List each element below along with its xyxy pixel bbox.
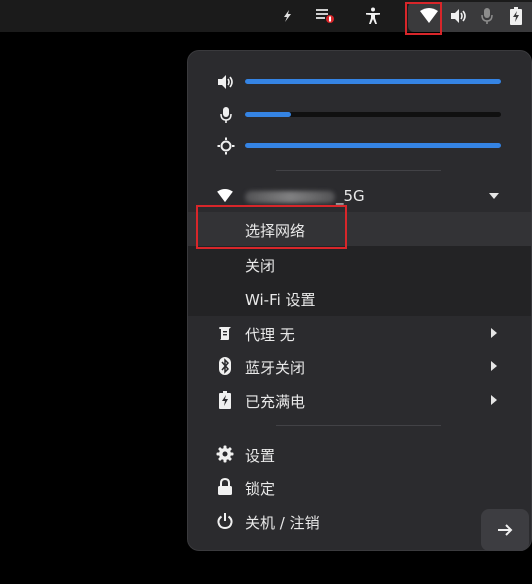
wifi-submenu: 选择网络 关闭 Wi-Fi 设置 — [188, 212, 531, 316]
wifi-icon[interactable] — [416, 0, 442, 32]
power-item[interactable]: 关机 / 注销 — [188, 504, 531, 538]
turn-off-label: 关闭 — [245, 257, 276, 275]
select-network-item[interactable]: 选择网络 — [188, 212, 531, 246]
system-menu-panel: _5G 选择网络 关闭 Wi-Fi 设置 代理 无 蓝牙关闭 已充满电 设置 锁… — [187, 50, 532, 551]
arrow-right-icon — [498, 524, 513, 536]
bluetooth-icon — [216, 357, 234, 375]
gear-icon — [216, 445, 234, 463]
volume-slider-track[interactable] — [245, 79, 501, 84]
next-button[interactable] — [481, 509, 529, 551]
battery-item[interactable]: 已充满电 — [188, 383, 531, 417]
flash-icon[interactable] — [276, 0, 298, 32]
chevron-right-icon — [491, 328, 497, 338]
proxy-label: 代理 无 — [245, 326, 295, 344]
wifi-ssid-suffix: _5G — [336, 187, 365, 205]
brightness-slider-track[interactable] — [245, 143, 501, 148]
brightness-slider-row[interactable] — [188, 129, 531, 161]
volume-icon — [217, 73, 235, 91]
chevron-down-icon — [489, 193, 499, 199]
microphone-slider-row[interactable] — [188, 98, 531, 130]
wifi-settings-item[interactable]: Wi-Fi 设置 — [188, 281, 531, 315]
wifi-network-name: _5G — [245, 187, 365, 205]
microphone-slider-fill — [245, 112, 292, 117]
settings-label: 设置 — [245, 447, 276, 465]
wifi-icon — [216, 187, 234, 205]
power-label: 关机 / 注销 — [245, 514, 320, 532]
microphone-slider-track[interactable] — [245, 112, 501, 117]
volume-icon[interactable] — [448, 0, 470, 32]
brightness-icon — [217, 137, 235, 155]
top-bar — [0, 0, 532, 35]
lock-icon — [216, 478, 234, 496]
chevron-right-icon — [491, 361, 497, 371]
lock-item[interactable]: 锁定 — [188, 470, 531, 504]
turn-off-item[interactable]: 关闭 — [188, 247, 531, 281]
wifi-network-row[interactable]: _5G — [188, 179, 531, 213]
accessibility-icon[interactable] — [360, 0, 386, 32]
select-network-label: 选择网络 — [245, 222, 306, 240]
proxy-item[interactable]: 代理 无 — [188, 316, 531, 350]
settings-item[interactable]: 设置 — [188, 437, 531, 471]
volume-slider-fill — [245, 79, 501, 84]
keyboard-badge-icon[interactable] — [312, 0, 338, 32]
microphone-icon — [217, 106, 235, 124]
brightness-slider-fill — [245, 143, 501, 148]
proxy-icon — [216, 324, 234, 342]
battery-label: 已充满电 — [245, 393, 306, 411]
battery-charging-icon[interactable] — [505, 0, 527, 32]
microphone-icon[interactable] — [476, 0, 498, 32]
power-icon — [216, 512, 234, 530]
volume-slider-row[interactable] — [188, 65, 531, 97]
bluetooth-label: 蓝牙关闭 — [245, 359, 306, 377]
chevron-right-icon — [491, 395, 497, 405]
lock-label: 锁定 — [245, 480, 276, 498]
divider — [276, 425, 441, 426]
bluetooth-item[interactable]: 蓝牙关闭 — [188, 349, 531, 383]
wifi-ssid-redacted — [245, 190, 335, 203]
battery-charging-icon — [216, 391, 234, 409]
wifi-settings-label: Wi-Fi 设置 — [245, 291, 316, 309]
divider — [276, 170, 441, 171]
